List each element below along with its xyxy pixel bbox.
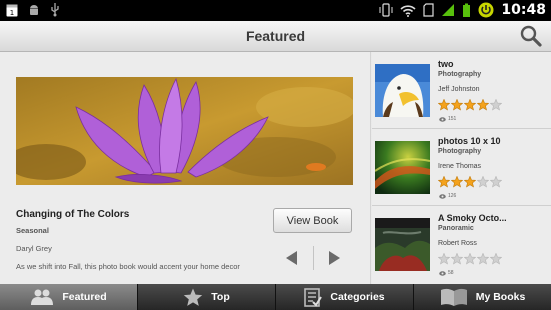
book-author: Robert Ross — [438, 240, 477, 247]
book-author: Irene Thomas — [438, 163, 482, 170]
status-bar: 1 10:48 — [0, 0, 551, 21]
star-icon — [184, 288, 203, 306]
star-empty-icon — [477, 176, 489, 188]
tab-featured[interactable]: Featured — [0, 284, 137, 310]
book-list-item[interactable]: two Photography Jeff Johnston 151 — [372, 52, 551, 129]
book-title: A Smoky Octo... — [438, 213, 507, 223]
tab-my-books[interactable]: My Books — [413, 284, 551, 310]
search-icon[interactable] — [519, 24, 543, 48]
book-list-item[interactable]: A Smoky Octo... Panoramic Robert Ross 58 — [372, 206, 551, 283]
next-arrow-icon[interactable] — [326, 250, 342, 266]
people-icon — [31, 289, 54, 305]
eye-icon — [439, 193, 446, 199]
book-list-item[interactable]: photos 10 x 10 Photography Irene Thomas … — [372, 129, 551, 206]
android-icon — [30, 4, 38, 15]
star-empty-icon — [477, 253, 489, 265]
sd-card-icon — [423, 3, 435, 17]
view-count-value: 126 — [448, 193, 457, 199]
star-filled-icon — [477, 99, 489, 111]
tab-bar: Featured Top Categories My Books — [0, 284, 551, 310]
star-filled-icon — [438, 99, 450, 111]
wifi-icon — [400, 4, 416, 17]
featured-banner-image[interactable] — [16, 77, 353, 185]
view-count-value: 151 — [448, 116, 457, 122]
star-filled-icon — [464, 99, 476, 111]
rating-stars — [438, 176, 502, 188]
eye-icon — [439, 116, 446, 122]
calendar-icon: 1 — [6, 4, 18, 17]
view-count-value: 58 — [448, 270, 454, 276]
featured-book-author: Daryl Grey — [16, 244, 52, 253]
star-filled-icon — [438, 176, 450, 188]
book-thumbnail — [375, 218, 430, 271]
star-empty-icon — [490, 176, 502, 188]
view-count: 126 — [439, 193, 456, 199]
tab-label: Featured — [62, 291, 107, 303]
rating-stars — [438, 99, 502, 111]
featured-book-category: Seasonal — [16, 226, 49, 235]
tab-label: Categories — [330, 291, 385, 303]
featured-pager — [280, 246, 348, 270]
signal-icon — [442, 4, 455, 16]
tab-label: Top — [211, 291, 230, 303]
featured-book-title: Changing of The Colors — [16, 209, 130, 220]
page-title: Featured — [245, 28, 306, 44]
book-list: two Photography Jeff Johnston 151 photos… — [372, 52, 551, 284]
svg-text:1: 1 — [10, 9, 14, 17]
book-title: photos 10 x 10 — [438, 136, 501, 146]
pager-divider — [313, 246, 314, 270]
previous-arrow-icon[interactable] — [284, 250, 300, 266]
book-category: Panoramic — [438, 225, 474, 232]
checklist-icon — [304, 287, 323, 307]
eye-icon — [439, 270, 446, 276]
book-title: two — [438, 59, 454, 69]
power-icon — [478, 2, 494, 18]
star-empty-icon — [438, 253, 450, 265]
title-bar: Featured — [0, 21, 551, 52]
book-category: Photography — [438, 148, 482, 155]
book-author: Jeff Johnston — [438, 86, 480, 93]
book-thumbnail — [375, 141, 430, 194]
book-category: Photography — [438, 71, 482, 78]
star-filled-icon — [464, 176, 476, 188]
usb-icon — [51, 3, 59, 17]
rating-stars — [438, 253, 502, 265]
star-empty-icon — [464, 253, 476, 265]
tab-label: My Books — [475, 291, 526, 303]
view-count: 151 — [439, 116, 456, 122]
featured-panel: Changing of The Colors Seasonal Daryl Gr… — [0, 52, 371, 284]
view-count: 58 — [439, 270, 454, 276]
featured-book-description: As we shift into Fall, this photo book w… — [16, 262, 240, 271]
star-empty-icon — [490, 99, 502, 111]
star-empty-icon — [451, 253, 463, 265]
star-empty-icon — [490, 253, 502, 265]
book-icon — [440, 288, 467, 306]
view-book-button[interactable]: View Book — [273, 208, 352, 233]
tab-categories[interactable]: Categories — [275, 284, 413, 310]
vibrate-icon — [379, 3, 393, 17]
battery-icon — [463, 3, 471, 17]
star-filled-icon — [451, 176, 463, 188]
clock: 10:48 — [501, 2, 546, 18]
tab-top[interactable]: Top — [137, 284, 275, 310]
book-thumbnail — [375, 64, 430, 117]
star-filled-icon — [451, 99, 463, 111]
